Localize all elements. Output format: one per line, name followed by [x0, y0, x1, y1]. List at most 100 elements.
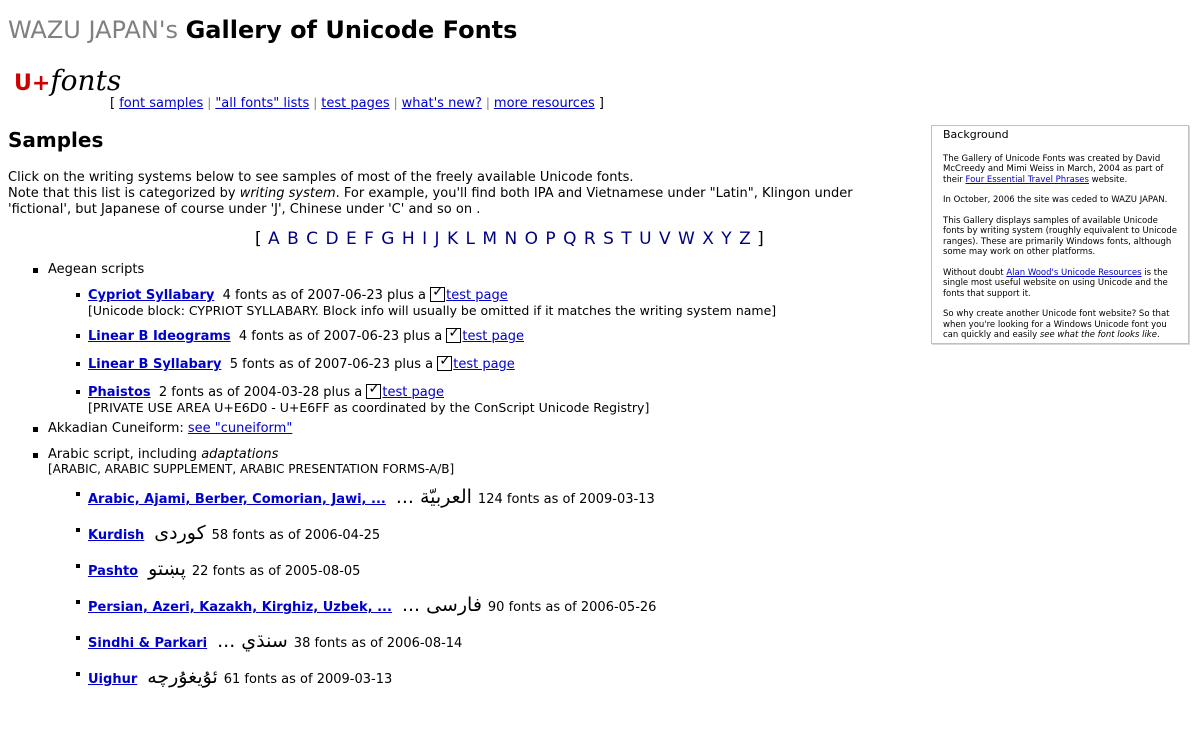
writing-systems-list: Aegean scripts Cypriot Syllabary 4 fonts… — [28, 262, 908, 688]
alpha-link-k[interactable]: K — [447, 229, 458, 249]
travel-phrases-link[interactable]: Four Essential Travel Phrases — [966, 175, 1089, 185]
nav-all-fonts-lists[interactable]: "all fonts" lists — [215, 96, 309, 111]
see-cuneiform-link[interactable]: see "cuneiform" — [188, 421, 292, 436]
alpha-link-i[interactable]: I — [422, 229, 427, 249]
intro-line-2a: Note that this list is categorized by — [8, 186, 240, 201]
test-page-link[interactable]: test page — [446, 288, 508, 303]
linear-b-syllabary-link[interactable]: Linear B Syllabary — [88, 357, 221, 372]
alpha-link-y[interactable]: Y — [721, 229, 731, 249]
list-item: Sindhi & Parkari سنڌي ... 38 fonts as of 2… — [48, 630, 908, 652]
alpha-link-p[interactable]: P — [545, 229, 555, 249]
script-sample: سنڌي ... — [217, 630, 288, 652]
alpha-link-o[interactable]: O — [525, 229, 538, 249]
logo-word: fonts — [50, 64, 122, 97]
alpha-link-e[interactable]: E — [346, 229, 357, 249]
list-item: Uighur ئۇيغۇرچە 61 fonts as of 2009-03-13 — [48, 666, 908, 688]
arabic-language-link[interactable]: Arabic, Ajami, Berber, Comorian, Jawi, .… — [88, 492, 386, 507]
list-item: Kurdish کوردی 58 fonts as of 2006-04-25 — [48, 522, 908, 544]
alpha-link-a[interactable]: A — [268, 229, 280, 249]
alpha-link-c[interactable]: C — [306, 229, 318, 249]
font-count: 22 fonts as of 2005-08-05 — [191, 564, 361, 579]
background-text: . — [1156, 330, 1160, 340]
background-para-5: So why create another Unicode font websi… — [943, 309, 1177, 341]
background-title: Background — [943, 128, 1009, 141]
script-sample: ئۇيغۇرچە — [147, 666, 218, 688]
alpha-link-v[interactable]: V — [659, 229, 671, 249]
aegean-sublist: Cypriot Syllabary 4 fonts as of 2007-06-… — [48, 284, 908, 415]
nav-more-resources[interactable]: more resources — [494, 96, 595, 111]
alpha-link-u[interactable]: U — [639, 229, 651, 249]
u-plus-fonts-logo: U+fonts — [14, 64, 121, 97]
samples-intro: Click on the writing systems below to se… — [8, 170, 918, 218]
list-item-arabic: Arabic script, including adaptations [AR… — [28, 447, 908, 688]
script-sample: فارسی ... — [401, 594, 482, 616]
alpha-link-n[interactable]: N — [504, 229, 517, 249]
list-item: Cypriot Syllabary 4 fonts as of 2007-06-… — [48, 284, 908, 318]
list-item: Persian, Azeri, Kazakh, Kirghiz, Uzbek, … — [48, 594, 908, 616]
sindhi-parkari-link[interactable]: Sindhi & Parkari — [88, 636, 207, 651]
font-count: 90 fonts as of 2006-05-26 — [487, 600, 657, 615]
page-title: WAZU JAPAN's Gallery of Unicode Fonts — [8, 16, 517, 44]
font-count: 5 fonts as of 2007-06-23 plus a — [229, 357, 434, 372]
alpha-link-s[interactable]: S — [603, 229, 614, 249]
intro-line-1: Click on the writing systems below to se… — [8, 170, 634, 185]
test-page-link[interactable]: test page — [462, 329, 524, 344]
logo-prefix: U+ — [14, 71, 51, 96]
nav-font-samples[interactable]: font samples — [119, 96, 203, 111]
list-item-aegean: Aegean scripts Cypriot Syllabary 4 fonts… — [28, 262, 908, 415]
alpha-link-l[interactable]: L — [466, 229, 475, 249]
nav-separator: | — [393, 96, 398, 110]
alpha-link-w[interactable]: W — [678, 229, 695, 249]
cypriot-syllabary-link[interactable]: Cypriot Syllabary — [88, 288, 214, 303]
phaistos-link[interactable]: Phaistos — [88, 385, 151, 400]
list-item-akkadian: Akkadian Cuneiform: see "cuneiform" — [28, 421, 908, 436]
alpha-link-f[interactable]: F — [364, 229, 374, 249]
test-page-link[interactable]: test page — [382, 385, 444, 400]
kurdish-link[interactable]: Kurdish — [88, 528, 144, 543]
block-note: [PRIVATE USE AREA U+E6D0 - U+E6FF as coo… — [88, 400, 650, 415]
alpha-link-m[interactable]: M — [482, 229, 497, 249]
background-para-2: In October, 2006 the site was ceded to W… — [943, 195, 1168, 205]
list-item: Linear B Syllabary 5 fonts as of 2007-06… — [48, 353, 908, 372]
checkbox-icon — [446, 325, 462, 343]
background-para-4: Without doubt Alan Wood's Unicode Resour… — [943, 268, 1177, 300]
arabic-label-emphasis: adaptations — [201, 447, 279, 462]
list-item: Linear B Ideograms 4 fonts as of 2007-06… — [48, 325, 908, 344]
alan-wood-link[interactable]: Alan Wood's Unicode Resources — [1006, 268, 1141, 278]
arabic-label-text: Arabic script, including — [48, 447, 202, 462]
alpha-link-g[interactable]: G — [381, 229, 394, 249]
font-count: 38 fonts as of 2006-08-14 — [293, 636, 463, 651]
test-page-link[interactable]: test page — [453, 357, 515, 372]
background-para-3: This Gallery displays samples of availab… — [943, 215, 1178, 258]
background-text: website. — [1088, 174, 1128, 185]
checkbox-icon — [430, 284, 446, 302]
pashto-link[interactable]: Pashto — [88, 564, 138, 579]
alpha-link-b[interactable]: B — [287, 229, 299, 249]
alpha-link-x[interactable]: X — [702, 229, 714, 249]
font-count: 124 fonts as of 2009-03-13 — [477, 492, 655, 507]
samples-heading: Samples — [8, 128, 104, 152]
alpha-link-h[interactable]: H — [402, 229, 415, 249]
akkadian-label: Akkadian Cuneiform: — [48, 421, 184, 436]
alphabet-index: [ A B C D E F G H I J K L M N O P Q R S … — [255, 229, 764, 249]
alpha-link-z[interactable]: Z — [739, 229, 751, 249]
alpha-link-r[interactable]: R — [584, 229, 596, 249]
nav-whats-new[interactable]: what's new? — [402, 96, 482, 111]
alpha-link-t[interactable]: T — [621, 229, 631, 249]
font-count: 4 fonts as of 2007-06-23 plus a — [238, 329, 443, 344]
nav-test-pages[interactable]: test pages — [321, 96, 389, 111]
linear-b-ideograms-link[interactable]: Linear B Ideograms — [88, 329, 231, 344]
alpha-link-d[interactable]: D — [325, 229, 338, 249]
persian-link[interactable]: Persian, Azeri, Kazakh, Kirghiz, Uzbek, … — [88, 600, 392, 615]
list-item: Pashto پښتو 22 fonts as of 2005-08-05 — [48, 558, 908, 580]
arabic-blocks: [ARABIC, ARABIC SUPPLEMENT, ARABIC PRESE… — [48, 462, 455, 476]
background-para-1: The Gallery of Unicode Fonts was created… — [943, 154, 1177, 186]
script-sample: العربيّة ... — [395, 486, 472, 508]
arabic-sublist: Arabic, Ajami, Berber, Comorian, Jawi, .… — [48, 486, 908, 688]
background-box: Background The Gallery of Unicode Fonts … — [931, 125, 1189, 344]
intro-emphasis: writing system — [239, 186, 336, 201]
alphabet-close-bracket: ] — [757, 229, 764, 249]
alpha-link-j[interactable]: J — [435, 229, 440, 249]
uighur-link[interactable]: Uighur — [88, 672, 137, 687]
alpha-link-q[interactable]: Q — [563, 229, 576, 249]
